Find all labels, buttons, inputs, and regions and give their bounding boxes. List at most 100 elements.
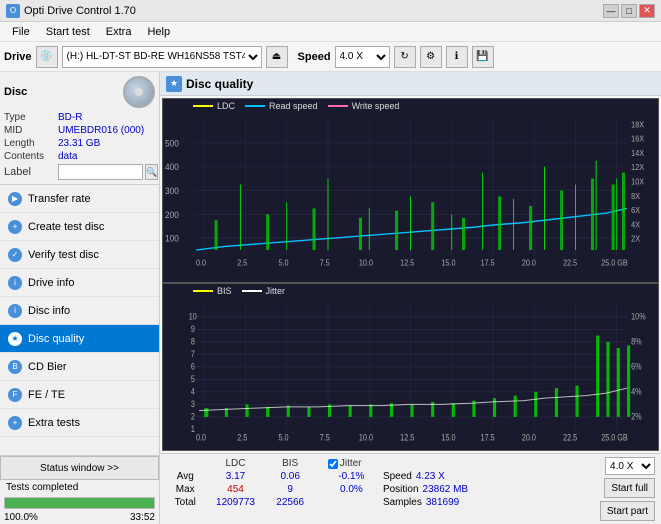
- sidebar: Disc Type BD-R MID UMEBDR016 (000) Lengt…: [0, 72, 160, 524]
- content-area: ★ Disc quality LDC Read speed: [160, 72, 661, 524]
- nav-transfer-rate[interactable]: ▶ Transfer rate: [0, 185, 159, 213]
- menu-help[interactable]: Help: [139, 24, 178, 40]
- legend-jitter: Jitter: [242, 286, 286, 296]
- col-ldc: LDC: [204, 457, 266, 470]
- save-button[interactable]: 💾: [472, 46, 494, 68]
- svg-text:10.0: 10.0: [359, 433, 374, 443]
- menu-extra[interactable]: Extra: [98, 24, 140, 40]
- nav-cd-bier[interactable]: B CD Bier: [0, 353, 159, 381]
- svg-text:6X: 6X: [631, 206, 641, 216]
- jitter-check-label: Jitter: [340, 458, 362, 469]
- max-spacer: [314, 483, 324, 496]
- svg-text:2X: 2X: [631, 234, 641, 244]
- samples-value: 381699: [426, 497, 459, 508]
- create-disc-icon: +: [8, 220, 22, 234]
- svg-text:0.0: 0.0: [196, 433, 207, 443]
- refresh-button[interactable]: ↻: [394, 46, 416, 68]
- main-layout: Disc Type BD-R MID UMEBDR016 (000) Lengt…: [0, 72, 661, 524]
- bottom-chart: BIS Jitter: [162, 283, 659, 451]
- close-button[interactable]: ✕: [639, 4, 655, 18]
- progress-bar-fill: [5, 498, 154, 508]
- total-bis: 22566: [267, 496, 314, 509]
- nav-fe-te[interactable]: F FE / TE: [0, 381, 159, 409]
- total-ldc: 1209773: [204, 496, 266, 509]
- max-bis: 9: [267, 483, 314, 496]
- status-area: Status window >> Tests completed 100.0% …: [0, 455, 159, 524]
- start-full-button[interactable]: Start full: [604, 478, 655, 498]
- nav-create-test-disc[interactable]: + Create test disc: [0, 213, 159, 241]
- menu-file[interactable]: File: [4, 24, 38, 40]
- svg-text:22.5: 22.5: [563, 258, 577, 268]
- length-label: Length: [4, 138, 56, 149]
- eject-button[interactable]: ⏏: [266, 46, 288, 68]
- status-window-button[interactable]: Status window >>: [0, 456, 159, 480]
- progress-percent: 100.0%: [4, 512, 38, 523]
- legend-ldc-label: LDC: [217, 101, 235, 111]
- status-bottom: 100.0% 33:52: [0, 511, 159, 524]
- svg-text:1: 1: [191, 424, 195, 434]
- status-window-label: Status window >>: [40, 463, 119, 474]
- nav-fe-te-label: FE / TE: [28, 389, 65, 401]
- position-value: 23862 MB: [423, 484, 469, 495]
- nav-disc-quality[interactable]: ★ Disc quality: [0, 325, 159, 353]
- nav-drive-info[interactable]: i Drive info: [0, 269, 159, 297]
- svg-text:10.0: 10.0: [359, 258, 374, 268]
- label-avg: Avg: [166, 470, 204, 483]
- legend-read-speed-label: Read speed: [269, 101, 318, 111]
- nav-verify-test-disc[interactable]: ✓ Verify test disc: [0, 241, 159, 269]
- settings-button[interactable]: ⚙: [420, 46, 442, 68]
- samples-info-row: Samples 381699: [383, 497, 596, 508]
- svg-text:6: 6: [191, 362, 195, 372]
- speed-info-label: Speed: [383, 471, 412, 482]
- progress-bar-container: [4, 497, 155, 509]
- type-label: Type: [4, 112, 56, 123]
- svg-text:2: 2: [191, 412, 195, 422]
- nav-disc-info[interactable]: i Disc info: [0, 297, 159, 325]
- disc-graphic: [123, 76, 155, 108]
- nav-extra-tests-label: Extra tests: [28, 417, 80, 429]
- nav-disc-info-label: Disc info: [28, 305, 70, 317]
- svg-text:8: 8: [191, 336, 195, 346]
- svg-text:20.0: 20.0: [522, 258, 537, 268]
- disc-label-input[interactable]: [58, 164, 143, 180]
- col-spacer: [314, 457, 324, 470]
- svg-text:5.0: 5.0: [279, 258, 290, 268]
- svg-text:12X: 12X: [631, 163, 645, 173]
- label-button[interactable]: 🔍: [145, 164, 158, 180]
- minimize-button[interactable]: —: [603, 4, 619, 18]
- label-total: Total: [166, 496, 204, 509]
- speed-select[interactable]: 4.0 X: [335, 46, 390, 68]
- nav-extra-tests[interactable]: + Extra tests: [0, 409, 159, 437]
- col-bis: BIS: [267, 457, 314, 470]
- svg-text:17.5: 17.5: [481, 433, 496, 443]
- nav-verify-test-disc-label: Verify test disc: [28, 249, 99, 261]
- speed-info-value: 4.23 X: [416, 471, 445, 482]
- drive-select[interactable]: (H:) HL-DT-ST BD-RE WH16NS58 TST4: [62, 46, 262, 68]
- speed-info-row: Speed 4.23 X: [383, 471, 596, 482]
- start-part-button[interactable]: Start part: [600, 501, 655, 521]
- verify-disc-icon: ✓: [8, 248, 22, 262]
- menu-start-test[interactable]: Start test: [38, 24, 98, 40]
- svg-text:10X: 10X: [631, 177, 645, 187]
- maximize-button[interactable]: □: [621, 4, 637, 18]
- top-chart: LDC Read speed Write speed: [162, 98, 659, 283]
- nav-drive-info-label: Drive info: [28, 277, 74, 289]
- info-button[interactable]: ℹ: [446, 46, 468, 68]
- length-value: 23.31 GB: [58, 138, 100, 149]
- svg-text:15.0: 15.0: [441, 258, 456, 268]
- speed-dropdown[interactable]: 4.0 X: [605, 457, 655, 475]
- stats-row-total: Total 1209773 22566: [166, 496, 379, 509]
- stats-row-avg: Avg 3.17 0.06 -0.1%: [166, 470, 379, 483]
- svg-text:0.0: 0.0: [196, 258, 207, 268]
- legend-write-speed-label: Write speed: [352, 101, 400, 111]
- contents-value: data: [58, 151, 77, 162]
- jitter-checkbox[interactable]: [328, 459, 338, 469]
- app-title: Opti Drive Control 1.70: [24, 5, 136, 17]
- samples-label: Samples: [383, 497, 422, 508]
- max-jitter: 0.0%: [324, 483, 379, 496]
- drive-icon: 💿: [36, 46, 58, 68]
- drive-info-icon: i: [8, 276, 22, 290]
- elapsed-time: 33:52: [130, 512, 155, 523]
- svg-text:22.5: 22.5: [563, 433, 578, 443]
- toolbar: Drive 💿 (H:) HL-DT-ST BD-RE WH16NS58 TST…: [0, 42, 661, 72]
